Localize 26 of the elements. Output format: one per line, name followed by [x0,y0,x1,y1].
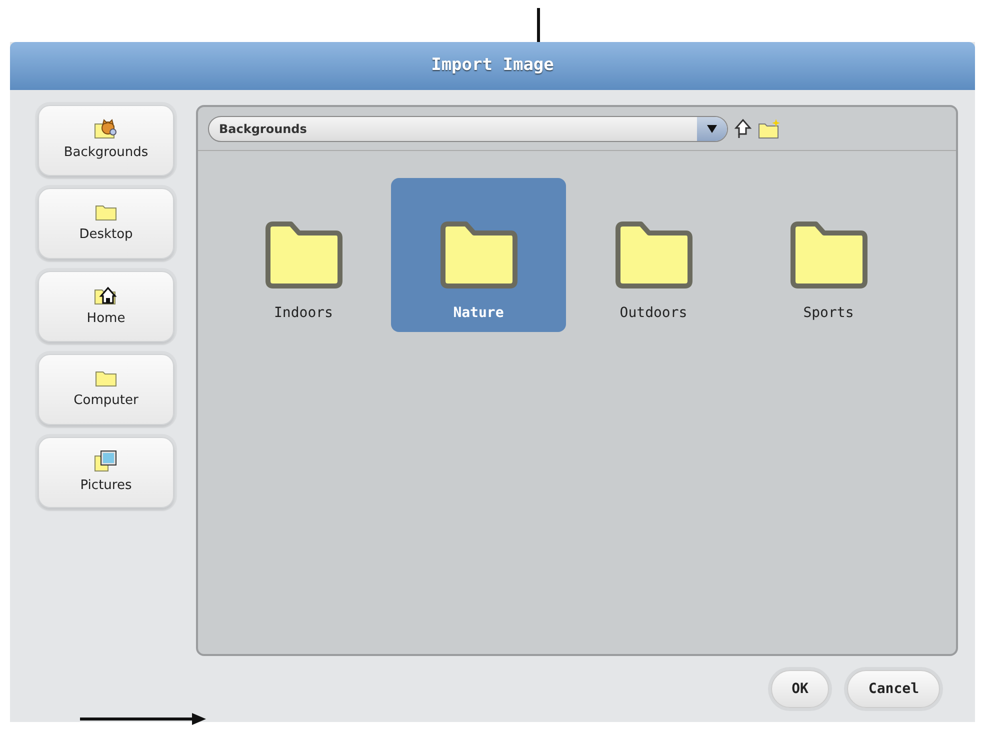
folder-item[interactable]: Outdoors [566,178,741,332]
folder-icon [95,368,117,387]
folder-icon [788,221,868,289]
dialog-button[interactable]: Cancel [847,670,940,708]
sidebar-item[interactable]: Backgrounds [38,105,174,176]
folder-item[interactable]: Sports [741,178,916,332]
annotation-line [537,8,540,42]
home-folder-icon [94,284,118,305]
sidebar-item[interactable]: Desktop [38,188,174,259]
sidebar-item[interactable]: Computer [38,354,174,425]
folder-icon [95,202,117,221]
sidebar-item[interactable]: Home [38,271,174,342]
folder-icon [264,221,344,289]
folder-item[interactable]: Indoors [216,178,391,332]
window-title: Import Image [431,54,554,78]
cat-folder-icon [94,118,118,139]
path-dropdown[interactable]: Backgrounds [208,116,728,142]
up-arrow-icon[interactable] [734,118,752,138]
sidebar-item[interactable]: Pictures [38,437,174,508]
caret-icon [707,124,717,132]
new-folder-icon[interactable] [758,118,780,138]
folder-icon [438,221,518,289]
pictures-icon [94,450,118,472]
folder-icon [614,221,694,289]
dialog-button[interactable]: OK [770,670,830,708]
folder-item[interactable]: Nature [391,178,566,332]
